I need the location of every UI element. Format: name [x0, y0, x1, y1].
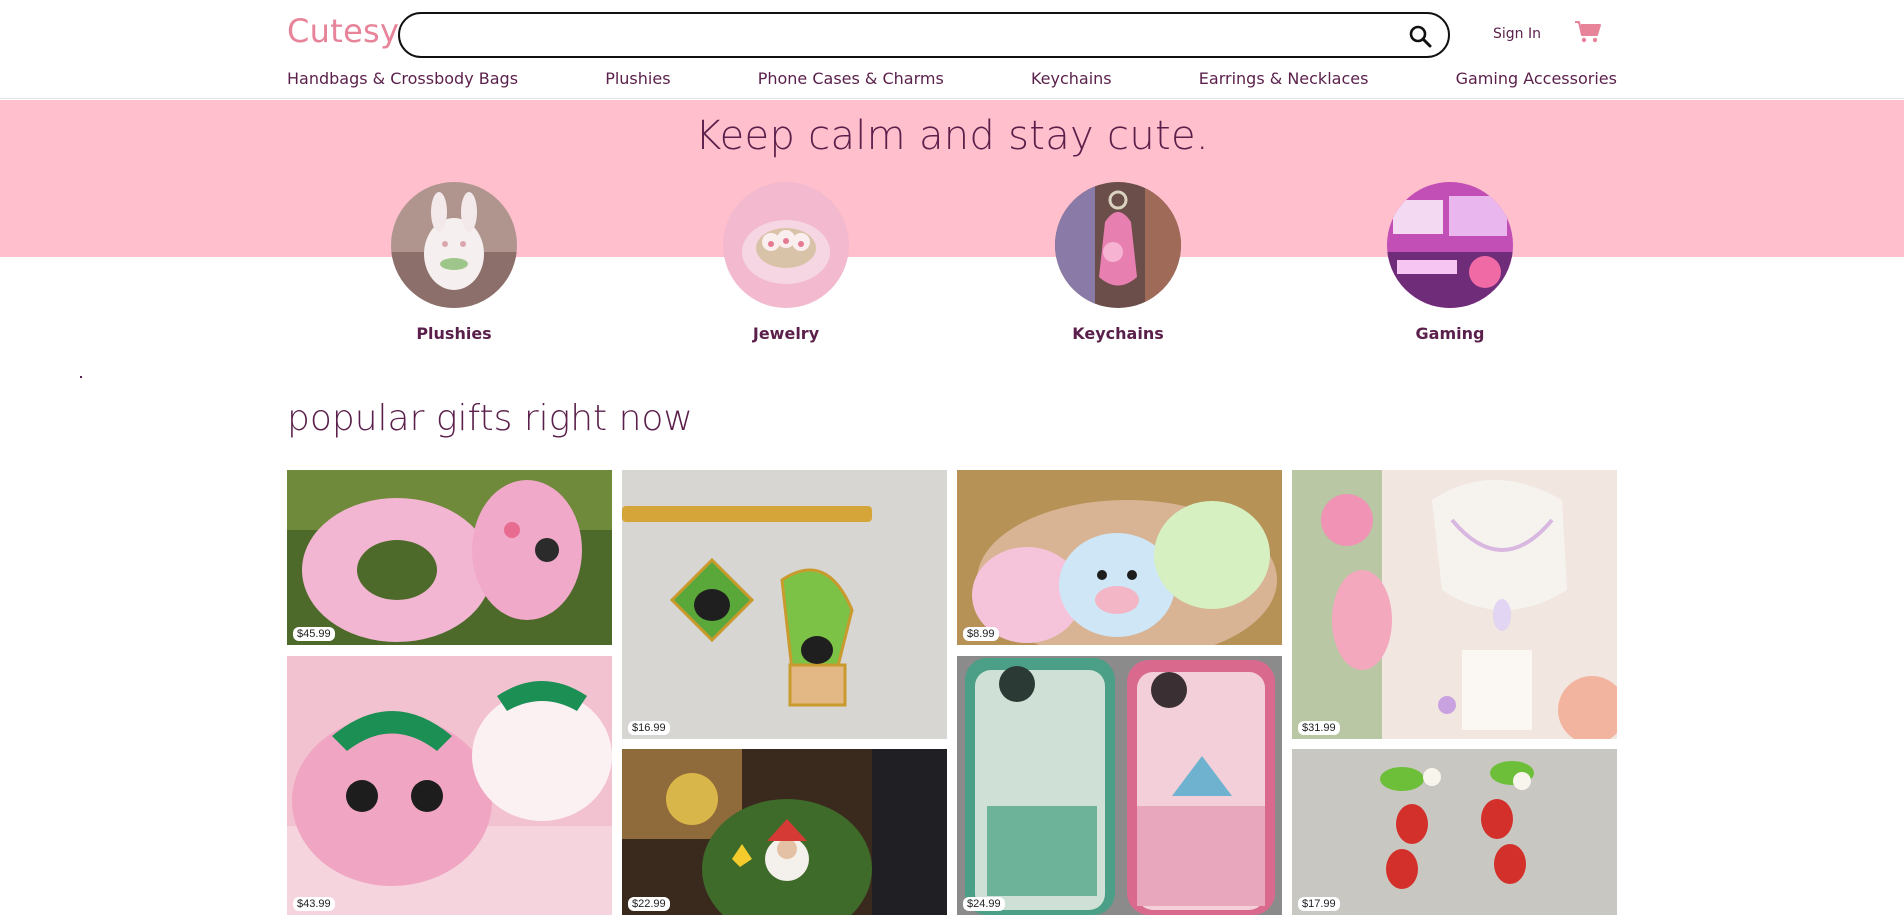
nav-item-handbags[interactable]: Handbags & Crossbody Bags — [287, 69, 518, 91]
product-image[interactable] — [287, 470, 612, 645]
header: Cutesy Sign In Handbags & Crossbody Bags… — [0, 0, 1904, 99]
product-image[interactable] — [622, 749, 947, 915]
product-card[interactable]: $45.99 — [287, 470, 612, 645]
nav-item-earrings[interactable]: Earrings & Necklaces — [1199, 69, 1369, 91]
price-badge: $24.99 — [963, 897, 1005, 911]
product-card[interactable]: $22.99 — [622, 749, 947, 915]
product-image[interactable] — [287, 656, 612, 915]
nav-item-plushies[interactable]: Plushies — [605, 69, 670, 91]
search-bar[interactable] — [398, 12, 1450, 58]
product-card[interactable]: $31.99 — [1292, 470, 1617, 739]
search-input[interactable] — [420, 22, 1380, 48]
nav-item-gaming[interactable]: Gaming Accessories — [1456, 69, 1617, 91]
price-badge: $31.99 — [1298, 721, 1340, 735]
product-image[interactable] — [1292, 470, 1617, 739]
category-keychains[interactable]: Keychains — [1055, 182, 1181, 343]
price-badge: $17.99 — [1298, 897, 1340, 911]
category-image-plushies[interactable] — [391, 182, 517, 308]
hero-tagline: Keep calm and stay cute. — [695, 113, 1209, 159]
price-badge: $16.99 — [628, 721, 670, 735]
product-image[interactable] — [622, 470, 947, 739]
category-jewelry[interactable]: Jewelry — [723, 182, 849, 343]
decorative-dot — [80, 376, 82, 378]
price-badge: $45.99 — [293, 627, 335, 641]
product-card[interactable]: $8.99 — [957, 470, 1282, 645]
search-icon[interactable] — [1408, 24, 1432, 48]
category-gaming[interactable]: Gaming — [1387, 182, 1513, 343]
product-card[interactable]: $24.99 — [957, 656, 1282, 915]
product-card[interactable]: $43.99 — [287, 656, 612, 915]
price-badge: $8.99 — [963, 627, 999, 641]
sign-in-link[interactable]: Sign In — [1493, 26, 1541, 42]
category-plushies[interactable]: Plushies — [391, 182, 517, 343]
price-badge: $22.99 — [628, 897, 670, 911]
popular-section-title: popular gifts right now — [287, 398, 693, 439]
price-badge: $43.99 — [293, 897, 335, 911]
category-nav: Handbags & Crossbody Bags Plushies Phone… — [287, 69, 1617, 91]
product-image[interactable] — [957, 656, 1282, 915]
category-label-gaming: Gaming — [1415, 324, 1485, 343]
cart-icon[interactable] — [1574, 20, 1602, 44]
category-label-jewelry: Jewelry — [752, 324, 820, 343]
category-label-plushies: Plushies — [416, 324, 492, 343]
logo[interactable]: Cutesy — [287, 12, 399, 50]
nav-item-keychains[interactable]: Keychains — [1031, 69, 1112, 91]
product-card[interactable]: $16.99 — [622, 470, 947, 739]
category-image-keychains[interactable] — [1055, 182, 1181, 308]
product-card[interactable]: $17.99 — [1292, 749, 1617, 915]
category-label-keychains: Keychains — [1072, 324, 1164, 343]
category-image-jewelry[interactable] — [723, 182, 849, 308]
nav-item-phone-cases[interactable]: Phone Cases & Charms — [758, 69, 944, 91]
category-image-gaming[interactable] — [1387, 182, 1513, 308]
product-image[interactable] — [1292, 749, 1617, 915]
product-image[interactable] — [957, 470, 1282, 645]
